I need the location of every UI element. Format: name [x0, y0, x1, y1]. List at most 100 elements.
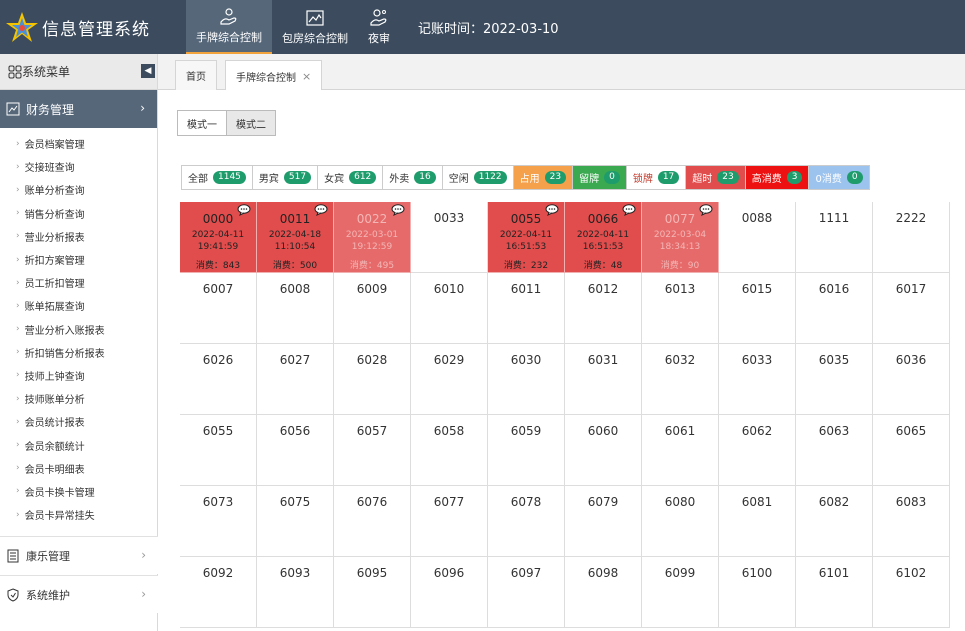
mode-two-button[interactable]: 模式二: [226, 111, 275, 135]
sidebar-item[interactable]: › 营业分析入账报表: [0, 318, 157, 341]
hand-card-cell[interactable]: 0011 2022-04-18 11:10:54 消费：500: [257, 202, 334, 273]
hand-card-cell[interactable]: 6081: [719, 486, 796, 557]
hand-card-cell[interactable]: 6093: [257, 557, 334, 628]
hand-card-cell[interactable]: 6015: [719, 273, 796, 344]
status-filter[interactable]: 空闲 1122: [442, 165, 514, 190]
sidebar-item[interactable]: › 会员统计报表: [0, 410, 157, 433]
message-icon[interactable]: [237, 204, 251, 219]
hand-card-cell[interactable]: 0022 2022-03-01 19:12:59 消费：495: [334, 202, 411, 273]
status-filter[interactable]: 外卖 16: [383, 165, 443, 190]
hand-card-cell[interactable]: 6008: [257, 273, 334, 344]
hand-card-cell[interactable]: 6031: [565, 344, 642, 415]
hand-card-cell[interactable]: 6009: [334, 273, 411, 344]
hand-card-cell[interactable]: 6079: [565, 486, 642, 557]
hand-card-cell[interactable]: 6096: [411, 557, 488, 628]
hand-card-cell[interactable]: 6098: [565, 557, 642, 628]
hand-card-cell[interactable]: 6032: [642, 344, 719, 415]
hand-card-cell[interactable]: 6061: [642, 415, 719, 486]
hand-card-cell[interactable]: 2222: [873, 202, 950, 273]
status-filter[interactable]: 锁牌 17: [626, 165, 687, 190]
hand-card-cell[interactable]: 6080: [642, 486, 719, 557]
sidebar-item[interactable]: › 技师账单分析: [0, 387, 157, 410]
hand-card-cell[interactable]: 6083: [873, 486, 950, 557]
hand-card-cell[interactable]: 6059: [488, 415, 565, 486]
mode-one-button[interactable]: 模式一: [178, 111, 226, 135]
hand-card-cell[interactable]: 6101: [796, 557, 873, 628]
close-icon[interactable]: ×: [302, 70, 311, 83]
hand-card-cell[interactable]: 0000 2022-04-11 19:41:59 消费：843: [180, 202, 257, 273]
sidebar-item[interactable]: › 会员余额统计: [0, 433, 157, 456]
message-icon[interactable]: [699, 204, 713, 219]
status-filter[interactable]: 全部 1145: [181, 165, 253, 190]
status-filter[interactable]: 男宾 517: [252, 165, 319, 190]
hand-card-cell[interactable]: 6075: [257, 486, 334, 557]
sidebar-item[interactable]: › 折扣方案管理: [0, 248, 157, 271]
sidebar-item[interactable]: › 营业分析报表: [0, 225, 157, 248]
hand-card-cell[interactable]: 6016: [796, 273, 873, 344]
topnav-room-control[interactable]: 包房综合控制: [272, 0, 358, 54]
hand-card-cell[interactable]: 6062: [719, 415, 796, 486]
sidebar-item[interactable]: › 交接班查询: [0, 155, 157, 178]
hand-card-cell[interactable]: 6063: [796, 415, 873, 486]
hand-card-cell[interactable]: 0066 2022-04-11 16:51:53 消费：48: [565, 202, 642, 273]
hand-card-cell[interactable]: 6036: [873, 344, 950, 415]
hand-card-cell[interactable]: 6013: [642, 273, 719, 344]
sidebar-item[interactable]: › 折扣销售分析报表: [0, 341, 157, 364]
tab-hand-card-control[interactable]: 手牌综合控制 ×: [225, 60, 323, 91]
sidebar-item[interactable]: › 技师上钟查询: [0, 364, 157, 387]
message-icon[interactable]: [314, 204, 328, 219]
status-filter[interactable]: 高消费 3: [745, 165, 810, 190]
status-filter[interactable]: 留牌 0: [573, 165, 627, 190]
hand-card-cell[interactable]: 6007: [180, 273, 257, 344]
hand-card-cell[interactable]: 0088: [719, 202, 796, 273]
status-filter[interactable]: 0消费 0: [809, 165, 870, 190]
sidebar-item[interactable]: › 销售分析查询: [0, 202, 157, 225]
hand-card-cell[interactable]: 6097: [488, 557, 565, 628]
hand-card-cell[interactable]: 6033: [719, 344, 796, 415]
hand-card-cell[interactable]: 6055: [180, 415, 257, 486]
hand-card-cell[interactable]: 6095: [334, 557, 411, 628]
hand-card-cell[interactable]: 6099: [642, 557, 719, 628]
hand-card-cell[interactable]: 6078: [488, 486, 565, 557]
hand-card-cell[interactable]: 6102: [873, 557, 950, 628]
sidebar-group-finance[interactable]: 财务管理 ›: [0, 90, 157, 128]
hand-card-cell[interactable]: 6029: [411, 344, 488, 415]
hand-card-cell[interactable]: 1111: [796, 202, 873, 273]
sidebar-item[interactable]: › 账单分析查询: [0, 178, 157, 201]
sidebar-item[interactable]: › 账单拓展查询: [0, 294, 157, 317]
hand-card-cell[interactable]: 6011: [488, 273, 565, 344]
sidebar-item[interactable]: › 会员卡明细表: [0, 457, 157, 480]
collapse-sidebar-icon[interactable]: ◀: [141, 64, 155, 78]
sidebar-group-system[interactable]: 系统维护 ›: [0, 575, 158, 613]
hand-card-cell[interactable]: 6030: [488, 344, 565, 415]
hand-card-cell[interactable]: 6026: [180, 344, 257, 415]
hand-card-cell[interactable]: 0033: [411, 202, 488, 273]
topnav-hand-card-control[interactable]: 手牌综合控制: [186, 0, 272, 54]
hand-card-cell[interactable]: 6060: [565, 415, 642, 486]
sidebar-item[interactable]: › 会员卡换卡管理: [0, 480, 157, 503]
hand-card-cell[interactable]: 6010: [411, 273, 488, 344]
message-icon[interactable]: [545, 204, 559, 219]
hand-card-cell[interactable]: 6076: [334, 486, 411, 557]
hand-card-cell[interactable]: 6092: [180, 557, 257, 628]
hand-card-cell[interactable]: 6100: [719, 557, 796, 628]
hand-card-cell[interactable]: 6058: [411, 415, 488, 486]
tab-home[interactable]: 首页: [175, 60, 217, 90]
sidebar-item[interactable]: › 员工折扣管理: [0, 271, 157, 294]
hand-card-cell[interactable]: 6035: [796, 344, 873, 415]
hand-card-cell[interactable]: 6012: [565, 273, 642, 344]
hand-card-cell[interactable]: 6057: [334, 415, 411, 486]
status-filter[interactable]: 占用 23: [513, 165, 574, 190]
hand-card-cell[interactable]: 6017: [873, 273, 950, 344]
hand-card-cell[interactable]: 6027: [257, 344, 334, 415]
topnav-night-audit[interactable]: 夜审: [358, 0, 400, 54]
hand-card-cell[interactable]: 6077: [411, 486, 488, 557]
hand-card-cell[interactable]: 6028: [334, 344, 411, 415]
hand-card-cell[interactable]: 6073: [180, 486, 257, 557]
message-icon[interactable]: [391, 204, 405, 219]
status-filter[interactable]: 超时 23: [686, 165, 746, 190]
sidebar-item[interactable]: › 会员卡异常挂失: [0, 503, 157, 526]
sidebar-item[interactable]: › 会员档案管理: [0, 132, 157, 155]
hand-card-cell[interactable]: 0077 2022-03-04 18:34:13 消费：90: [642, 202, 719, 273]
hand-card-cell[interactable]: 6056: [257, 415, 334, 486]
